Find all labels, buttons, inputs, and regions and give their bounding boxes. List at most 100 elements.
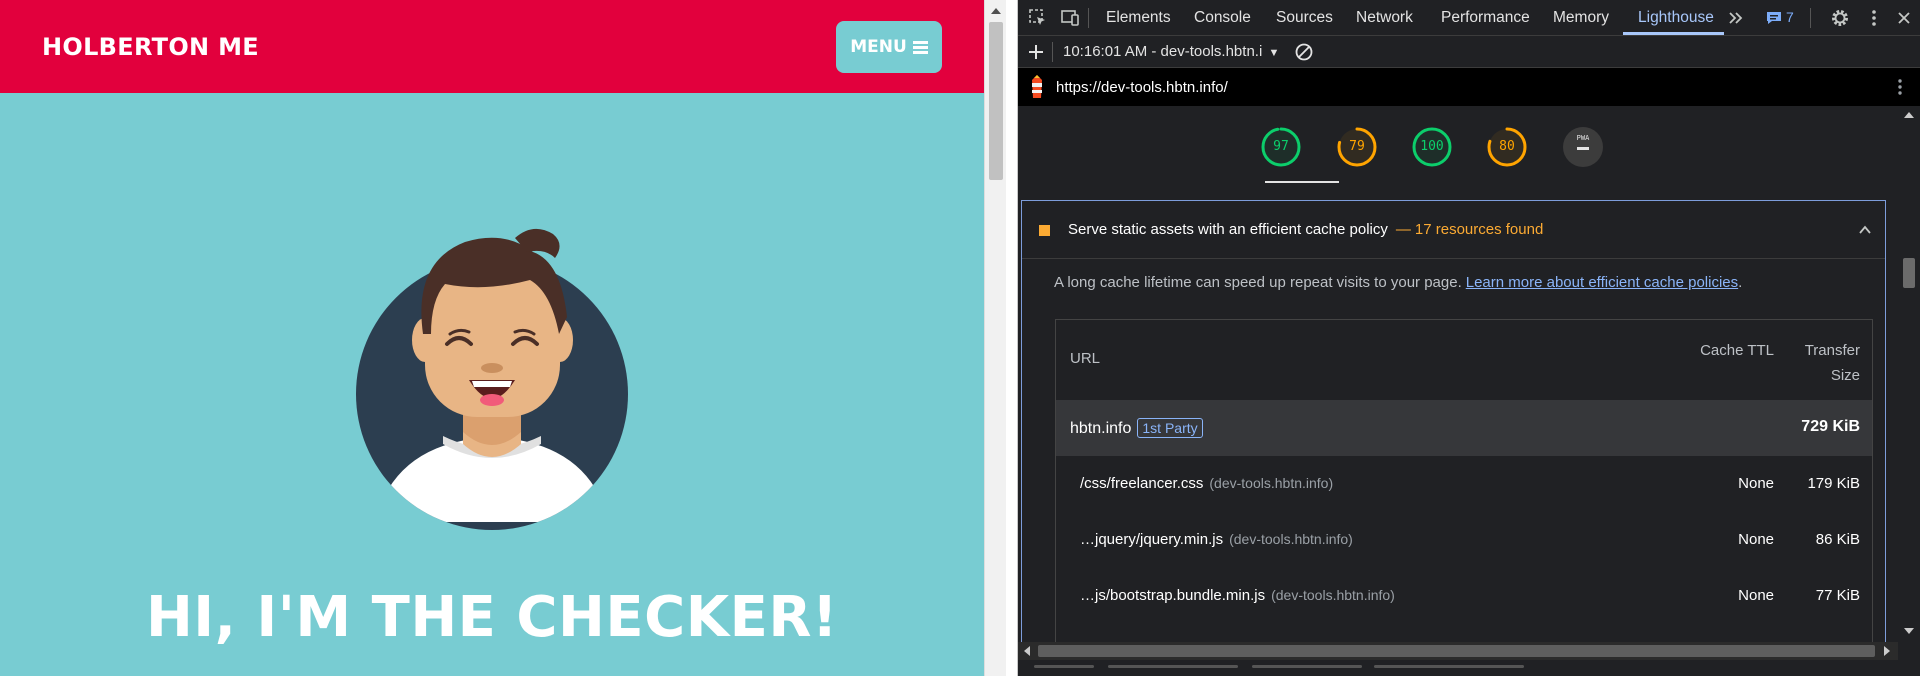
toolbar-divider [1052, 42, 1053, 62]
audit-header[interactable]: Serve static assets with an efficient ca… [1022, 201, 1885, 259]
group-host: hbtn.info [1070, 420, 1132, 437]
row-url: …jquery/jquery.min.js (dev-tools.hbtn.inf… [1080, 531, 1353, 548]
group-entity: hbtn.info 1st Party [1070, 418, 1203, 438]
tab-network[interactable]: Network [1356, 0, 1413, 35]
table-row: /css/freelancer.css (dev-tools.hbtn.info)… [1056, 456, 1872, 512]
average-status-square-icon [1039, 225, 1050, 236]
report-horizontal-scrollbar[interactable] [1018, 642, 1898, 660]
description-period: . [1738, 274, 1743, 291]
scroll-up-icon[interactable] [1904, 112, 1914, 118]
report-selector[interactable]: 10:16:01 AM - dev-tools.hbtn.i ▼ [1063, 43, 1279, 60]
scroll-up-arrow-icon[interactable] [991, 8, 1001, 14]
audit-description-text: A long cache lifetime can speed up repea… [1054, 274, 1462, 291]
tab-sources[interactable]: Sources [1276, 0, 1333, 35]
hamburger-icon [912, 40, 928, 54]
close-devtools-icon[interactable] [1894, 8, 1914, 28]
report-url-bar: https://dev-tools.hbtn.info/ [1018, 68, 1920, 106]
devtools-resize-handle[interactable] [1006, 0, 1018, 676]
gauge-value-best-practices: 100 [1420, 139, 1444, 154]
devtools-panel: Elements Console Sources Network Perform… [1018, 0, 1920, 676]
inspect-element-icon[interactable] [1028, 8, 1048, 28]
menu-button[interactable]: MENU [836, 21, 942, 73]
table-row: …jquery/jquery.min.js (dev-tools.hbtn.inf… [1056, 512, 1872, 568]
issues-icon[interactable] [1764, 8, 1784, 28]
table-group-row: hbtn.info 1st Party 729 KiB [1056, 400, 1872, 456]
clear-all-icon[interactable] [1294, 42, 1314, 62]
lighthouse-report: Serve static assets with an efficient ca… [1018, 186, 1898, 642]
table-row: …js/bootstrap.bundle.min.js (dev-tools.hb… [1056, 568, 1872, 624]
selected-gauge-indicator [1265, 181, 1339, 183]
row-url: …js/bootstrap.bundle.min.js (dev-tools.hb… [1080, 587, 1395, 604]
header-cache-ttl: Cache TTL [1700, 342, 1774, 359]
active-tab-indicator [1623, 32, 1724, 35]
tab-performance[interactable]: Performance [1441, 0, 1530, 35]
row-transfer-size: 86 KiB [1815, 531, 1860, 548]
group-size: 729 KiB [1801, 418, 1860, 435]
more-tabs-chevron-icon[interactable] [1726, 8, 1746, 28]
audit-description: A long cache lifetime can speed up repea… [1054, 274, 1742, 291]
gauge-ring-pwa [1563, 127, 1603, 167]
tab-lighthouse[interactable]: Lighthouse [1638, 0, 1714, 35]
report-scrollbar-thumb[interactable] [1903, 258, 1915, 288]
gauge-value-accessibility: 79 [1349, 139, 1365, 154]
row-url-path[interactable]: /css/freelancer.css [1080, 475, 1203, 492]
site-navbar: HOLBERTON ME MENU [0, 0, 984, 93]
audit-title-separator: — [1395, 221, 1411, 238]
tab-elements[interactable]: Elements [1106, 0, 1171, 35]
devtools-tabbar: Elements Console Sources Network Perform… [1018, 0, 1920, 36]
settings-gear-icon[interactable] [1830, 8, 1850, 28]
website-viewport: HOLBERTON ME MENU HI, I'M THE CHECKER! [0, 0, 984, 676]
table-header: URL Cache TTL Transfer Size [1056, 320, 1872, 400]
new-report-plus-icon[interactable] [1026, 42, 1046, 62]
report-menu-kebab-icon[interactable] [1890, 77, 1910, 97]
row-cache-ttl: None [1738, 475, 1774, 492]
tabbar-divider-right [1810, 8, 1811, 28]
row-url: /css/freelancer.css (dev-tools.hbtn.info) [1080, 475, 1333, 492]
score-gauge-seo[interactable]: 80 [1486, 126, 1528, 168]
site-brand[interactable]: HOLBERTON ME [42, 33, 259, 61]
score-gauge-accessibility[interactable]: 79 [1336, 126, 1378, 168]
tab-console[interactable]: Console [1194, 0, 1251, 35]
report-footer-partial [1018, 660, 1920, 676]
score-gauge-pwa[interactable]: PWA [1562, 126, 1604, 168]
report-url[interactable]: https://dev-tools.hbtn.info/ [1056, 79, 1228, 96]
row-url-path[interactable]: …jquery/jquery.min.js [1080, 531, 1223, 548]
score-gauges: 97 79 100 80 PWA [1018, 106, 1898, 186]
report-vertical-scrollbar[interactable] [1898, 106, 1920, 642]
audit-title-text: Serve static assets with an efficient ca… [1068, 221, 1388, 238]
collapse-chevron-up-icon[interactable] [1858, 223, 1872, 237]
lighthouse-logo-icon [1032, 75, 1042, 98]
scroll-right-icon[interactable] [1884, 646, 1890, 656]
row-url-path[interactable]: …js/bootstrap.bundle.min.js [1080, 587, 1265, 604]
dropdown-caret-icon: ▼ [1268, 47, 1280, 59]
header-url: URL [1070, 350, 1101, 367]
more-options-kebab-icon[interactable] [1864, 8, 1884, 28]
audit-cache-policy: Serve static assets with an efficient ca… [1021, 200, 1886, 642]
row-url-host: (dev-tools.hbtn.info) [1209, 475, 1334, 491]
row-transfer-size: 179 KiB [1807, 475, 1860, 492]
score-gauge-best-practices[interactable]: 100 [1411, 126, 1453, 168]
scroll-down-icon[interactable] [1904, 628, 1914, 634]
row-transfer-size: 77 KiB [1815, 587, 1860, 604]
page-scrollbar-thumb[interactable] [989, 22, 1003, 180]
issues-count[interactable]: 7 [1786, 0, 1794, 35]
row-url-host: (dev-tools.hbtn.info) [1271, 587, 1395, 603]
horizontal-scrollbar-thumb[interactable] [1038, 645, 1875, 657]
score-gauge-performance[interactable]: 97 [1260, 126, 1302, 168]
first-party-badge: 1st Party [1137, 418, 1203, 438]
gauge-value-seo: 80 [1499, 139, 1515, 154]
row-cache-ttl: None [1738, 531, 1774, 548]
header-transfer-size: Transfer Size [1804, 342, 1860, 384]
tab-memory[interactable]: Memory [1553, 0, 1609, 35]
gauge-value-performance: 97 [1273, 139, 1289, 154]
page-scrollbar[interactable] [984, 0, 1006, 676]
scroll-left-icon[interactable] [1024, 646, 1030, 656]
report-selector-value: 10:16:01 AM - dev-tools.hbtn.i [1063, 43, 1263, 60]
tabbar-divider [1088, 8, 1089, 28]
lighthouse-toolbar: 10:16:01 AM - dev-tools.hbtn.i ▼ [1018, 36, 1920, 68]
resources-table: URL Cache TTL Transfer Size hbtn.info 1st… [1055, 319, 1873, 642]
row-url-host: (dev-tools.hbtn.info) [1229, 531, 1353, 547]
learn-more-link[interactable]: Learn more about efficient cache policie… [1466, 274, 1738, 291]
device-toolbar-icon[interactable] [1060, 8, 1080, 28]
menu-label: MENU [850, 37, 907, 57]
